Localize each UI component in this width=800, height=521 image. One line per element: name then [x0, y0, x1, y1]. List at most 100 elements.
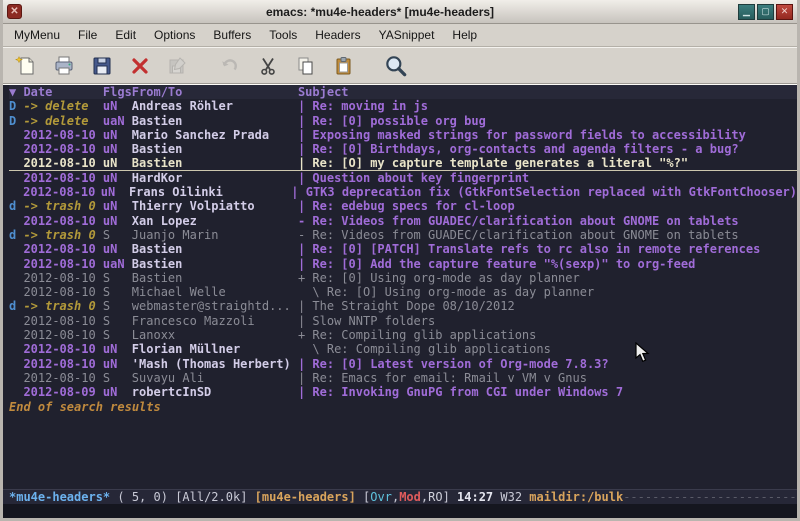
message-row[interactable]: 2012-08-10uNFlorian Müllner \ Re: Compil… — [9, 342, 797, 356]
message-row[interactable]: 2012-08-10uNBastien| Re: [0] [PATCH] Tra… — [9, 242, 797, 256]
col-date: 2012-08-10 — [23, 342, 102, 356]
col-subject: | Re: [O] my capture template generates … — [298, 156, 797, 169]
cut-icon[interactable] — [253, 51, 283, 81]
col-date: 2012-08-09 — [23, 385, 102, 399]
col-from: webmaster@straightd... — [132, 299, 298, 313]
modeline-segment-bufname: *mu4e-headers* — [9, 490, 110, 504]
message-row[interactable]: 2012-08-10SFrancesco Mazzoli| Slow NNTP … — [9, 314, 797, 328]
message-row[interactable]: 2012-08-10uaNBastien| Re: [0] Add the ca… — [9, 257, 797, 271]
col-flags: uN — [103, 156, 132, 169]
message-row[interactable]: d-> trash 0SJuanjo Marin- Re: Videos fro… — [9, 228, 797, 242]
column-header-subject[interactable]: Subject — [298, 85, 349, 99]
mu4e-headers-buffer: ▼ DateFlgsFrom/ToSubject D-> deleteuNAnd… — [3, 85, 797, 489]
message-row[interactable]: 2012-08-09uNrobertcInSD| Re: Invoking Gn… — [9, 385, 797, 399]
message-row[interactable]: 2012-08-10SSuvayu Ali| Re: Emacs for ema… — [9, 371, 797, 385]
close-buffer-icon[interactable] — [125, 51, 155, 81]
modeline-segment-dashes: ---------------------------------------- — [623, 490, 797, 504]
col-date: -> delete — [23, 99, 102, 113]
col-subject: | GTK3 deprecation fix (GtkFontSelection… — [291, 185, 797, 199]
col-flags: uN — [103, 357, 132, 371]
col-subject: | Re: Emacs for email: Rmail v VM v Gnus — [298, 371, 797, 385]
col-flags: S — [103, 299, 132, 313]
column-header-date[interactable]: ▼ Date — [9, 85, 103, 99]
col-subject: | Re: [0] Add the capture feature "%(sex… — [298, 257, 797, 271]
message-row[interactable]: D-> deleteuNAndreas Röhler| Re: moving i… — [9, 99, 797, 113]
message-row[interactable]: 2012-08-10SBastien+ Re: [0] Using org-mo… — [9, 271, 797, 285]
menu-buffers[interactable]: Buffers — [204, 25, 260, 45]
message-row[interactable]: 2012-08-10uNFrans Oilinki| GTK3 deprecat… — [9, 185, 797, 199]
new-file-icon[interactable] — [11, 51, 41, 81]
paste-icon[interactable] — [329, 51, 359, 81]
message-row[interactable]: 2012-08-10uNXan Lopez- Re: Videos from G… — [9, 214, 797, 228]
minibuffer[interactable] — [3, 504, 797, 518]
col-mark — [9, 142, 23, 156]
menu-tools[interactable]: Tools — [260, 25, 306, 45]
undo-icon — [215, 51, 245, 81]
print-icon[interactable] — [49, 51, 79, 81]
emacs-body: ▼ DateFlgsFrom/ToSubject D-> deleteuNAnd… — [3, 84, 797, 518]
col-subject: | Question about key fingerprint — [298, 171, 797, 185]
modeline-segment-plain: ( 5, 0) — [110, 490, 175, 504]
col-date: 2012-08-10 — [23, 271, 102, 285]
message-row[interactable]: 2012-08-10SLanoxx+ Re: Compiling glib ap… — [9, 328, 797, 342]
column-header-flags[interactable]: Flgs — [103, 85, 132, 99]
col-from: Juanjo Marin — [132, 228, 298, 242]
message-row[interactable]: 2012-08-10uN'Mash (Thomas Herbert)| Re: … — [9, 357, 797, 371]
menu-file[interactable]: File — [69, 25, 106, 45]
col-subject: | Re: moving in js — [298, 99, 797, 113]
col-mark — [9, 357, 23, 371]
col-flags: uN — [103, 199, 132, 213]
save-icon[interactable] — [87, 51, 117, 81]
menu-edit[interactable]: Edit — [106, 25, 145, 45]
copy-icon[interactable] — [291, 51, 321, 81]
col-from: Bastien — [132, 114, 298, 128]
modeline-segment-plain: ] — [443, 490, 457, 504]
modeline-segment-ro: RO — [428, 490, 442, 504]
minimize-button[interactable]: ▁ — [738, 4, 755, 20]
message-row[interactable]: d-> trash 0uNThierry Volpiatto| Re: edeb… — [9, 199, 797, 213]
col-subject: | Re: Invoking GnuPG from CGI under Wind… — [298, 385, 797, 399]
col-mark: D — [9, 114, 23, 128]
window-menu-icon[interactable]: ✕ — [7, 4, 22, 19]
col-mark: D — [9, 99, 23, 113]
menu-options[interactable]: Options — [145, 25, 204, 45]
col-date: 2012-08-10 — [23, 371, 102, 385]
col-date: -> trash 0 — [23, 299, 102, 313]
message-row[interactable]: 2012-08-10uNMario Sanchez Prada| Exposin… — [9, 128, 797, 142]
maximize-button[interactable]: ▢ — [757, 4, 774, 20]
menu-headers[interactable]: Headers — [306, 25, 369, 45]
col-mark — [9, 185, 23, 199]
col-date: 2012-08-10 — [23, 171, 102, 185]
col-from: Michael Welle — [132, 285, 298, 299]
message-row[interactable]: d-> trash 0Swebmaster@straightd...| The … — [9, 299, 797, 313]
message-row[interactable]: D-> deleteuaNBastien| Re: [0] possible o… — [9, 114, 797, 128]
col-mark — [9, 328, 23, 342]
col-subject: \ Re: [O] Using org-mode as day planner — [298, 285, 797, 299]
col-flags: S — [103, 371, 132, 385]
col-from: Bastien — [132, 257, 298, 271]
close-button[interactable]: ✕ — [776, 4, 793, 20]
col-date: 2012-08-10 — [23, 328, 102, 342]
col-from: 'Mash (Thomas Herbert) — [132, 357, 298, 371]
menu-yasnippet[interactable]: YASnippet — [370, 25, 444, 45]
message-row[interactable]: 2012-08-10uNBastien| Re: [0] Birthdays, … — [9, 142, 797, 156]
col-flags: S — [103, 271, 132, 285]
col-from: Frans Oilinki — [129, 185, 291, 199]
col-from: robertcInSD — [132, 385, 298, 399]
menu-mymenu[interactable]: MyMenu — [5, 25, 69, 45]
message-row[interactable]: 2012-08-10SMichael Welle \ Re: [O] Using… — [9, 285, 797, 299]
search-icon[interactable] — [381, 51, 411, 81]
col-date: 2012-08-10 — [23, 214, 102, 228]
menubar: MyMenu File Edit Options Buffers Tools H… — [3, 24, 797, 47]
message-row[interactable]: 2012-08-10uNHardKor| Question about key … — [9, 171, 797, 185]
col-subject: | Re: [0] possible org bug — [298, 114, 797, 128]
col-date: 2012-08-10 — [23, 128, 102, 142]
menu-help[interactable]: Help — [443, 25, 486, 45]
modeline-segment-plain: W32 — [493, 490, 529, 504]
col-mark — [9, 214, 23, 228]
titlebar[interactable]: ✕ emacs: *mu4e-headers* [mu4e-headers] ▁… — [3, 0, 797, 24]
col-date: 2012-08-10 — [23, 257, 102, 271]
column-header-from[interactable]: From/To — [132, 85, 298, 99]
message-row[interactable]: 2012-08-10uNBastien| Re: [O] my capture … — [9, 156, 797, 170]
modeline-segment-plain: [ — [356, 490, 370, 504]
